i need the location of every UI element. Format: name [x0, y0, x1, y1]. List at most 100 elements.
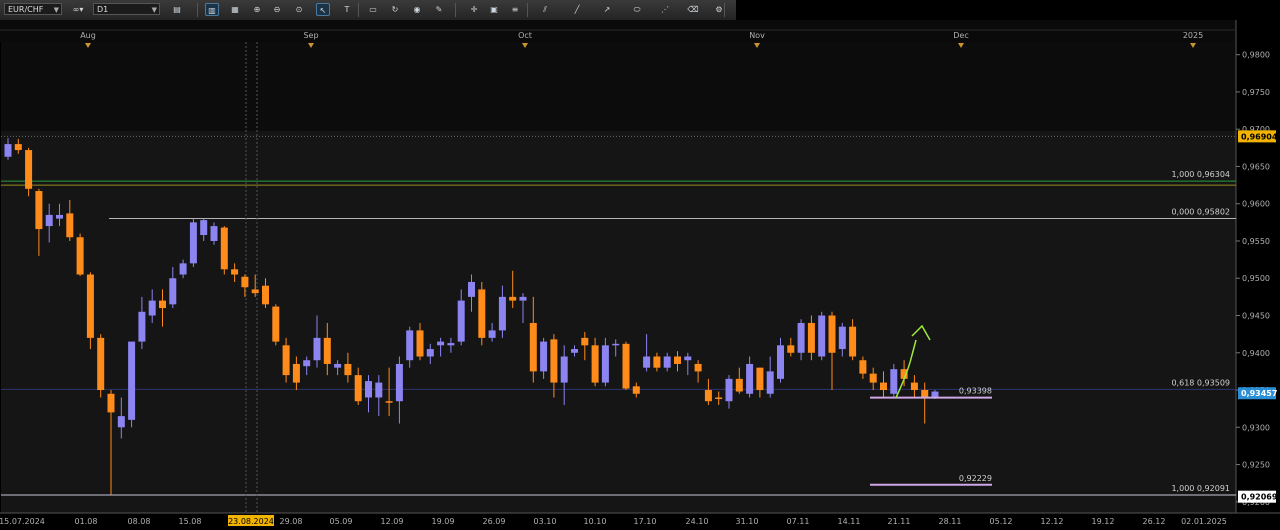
candle-body[interactable] [375, 382, 383, 398]
candle-body[interactable] [715, 397, 723, 399]
candle-body[interactable] [735, 378, 743, 392]
candle-body[interactable] [674, 356, 681, 364]
candle-body[interactable] [643, 356, 651, 368]
candle-body[interactable] [56, 214, 63, 219]
candle-body[interactable] [931, 391, 939, 398]
candle-body[interactable] [859, 360, 867, 374]
candle-body[interactable] [385, 401, 393, 403]
candle-body[interactable] [591, 345, 599, 383]
candle-body[interactable] [869, 373, 877, 383]
candle-body[interactable] [200, 220, 208, 236]
candle-body[interactable] [756, 367, 764, 391]
time-axis-label: 15.08 [179, 517, 202, 526]
candle-body[interactable] [797, 322, 805, 353]
time-axis-label: 07.11 [787, 517, 810, 526]
candle-body[interactable] [704, 390, 712, 402]
candle-body[interactable] [210, 226, 218, 241]
candle-body[interactable] [828, 315, 836, 353]
candle-body[interactable] [231, 269, 239, 275]
candle-body[interactable] [189, 222, 197, 264]
candle-body[interactable] [241, 276, 249, 288]
candle-body[interactable] [35, 191, 43, 230]
candle-body[interactable] [148, 300, 156, 316]
candle-body[interactable] [910, 382, 918, 391]
candle-body[interactable] [550, 339, 558, 383]
candle-body[interactable] [86, 274, 94, 338]
candle-body[interactable] [478, 289, 486, 338]
candle-body[interactable] [529, 322, 537, 372]
candle-body[interactable] [632, 386, 640, 394]
month-label: Oct [518, 31, 532, 40]
candle-body[interactable] [663, 356, 671, 368]
candle-body[interactable] [426, 349, 434, 357]
candle-body[interactable] [303, 360, 311, 367]
candle-body[interactable] [921, 390, 929, 398]
candle-body[interactable] [849, 326, 857, 357]
candle-body[interactable] [14, 144, 22, 151]
candle-body[interactable] [560, 356, 568, 383]
candle-body[interactable] [292, 363, 300, 383]
candle-body[interactable] [612, 343, 620, 346]
candle-body[interactable] [117, 416, 125, 428]
price-chart[interactable]: Aug Sep Oct Nov Dec 20250,98000,97500,97000,9… [0, 0, 1280, 530]
candle-body[interactable] [777, 345, 784, 379]
candle-body[interactable] [323, 337, 331, 364]
candle-body[interactable] [571, 349, 578, 353]
candle-body[interactable] [653, 356, 661, 368]
candle-body[interactable] [406, 330, 414, 361]
candle-body[interactable] [437, 341, 445, 346]
price-tick-label: 0,9500 [1242, 274, 1270, 283]
candle-body[interactable] [581, 337, 589, 346]
candle-body[interactable] [159, 300, 166, 309]
candle-body[interactable] [395, 363, 403, 402]
candle-body[interactable] [282, 345, 290, 376]
candle-body[interactable] [880, 382, 887, 391]
candle-body[interactable] [694, 363, 702, 372]
candle-body[interactable] [468, 281, 475, 297]
candle-body[interactable] [622, 343, 630, 389]
candle-body[interactable] [601, 345, 609, 383]
candle-body[interactable] [447, 343, 455, 346]
candle-body[interactable] [262, 285, 269, 305]
candle-body[interactable] [488, 330, 496, 338]
candle-body[interactable] [220, 227, 228, 270]
candle-body[interactable] [45, 214, 53, 227]
candle-body[interactable] [272, 306, 280, 342]
time-axis-label: 14.11 [838, 517, 861, 526]
time-axis-label: 21.11 [888, 517, 911, 526]
candle-body[interactable] [97, 337, 105, 391]
candle-body[interactable] [354, 375, 362, 402]
candle-body[interactable] [766, 371, 774, 394]
candle-body[interactable] [334, 363, 342, 368]
candle-body[interactable] [66, 213, 74, 238]
candle-body[interactable] [416, 330, 424, 357]
time-axis-label: 10.10 [584, 517, 607, 526]
candle-body[interactable] [128, 341, 136, 420]
candle-body[interactable] [251, 289, 259, 294]
candle-body[interactable] [725, 378, 733, 402]
candle-body[interactable] [107, 393, 115, 413]
candle-body[interactable] [807, 322, 815, 353]
candle-body[interactable] [519, 296, 527, 301]
candle-body[interactable] [540, 341, 548, 372]
candle-body[interactable] [498, 296, 506, 331]
candle-body[interactable] [344, 363, 352, 376]
candle-body[interactable] [4, 144, 12, 157]
candle-body[interactable] [509, 296, 517, 301]
time-axis-label: 26.09 [483, 517, 506, 526]
candle-body[interactable] [365, 381, 372, 398]
candle-body[interactable] [138, 311, 146, 342]
candle-body[interactable] [787, 345, 795, 353]
candle-body[interactable] [25, 150, 33, 189]
candle-body[interactable] [179, 263, 187, 275]
candle-body[interactable] [684, 356, 692, 361]
candle-body[interactable] [838, 326, 846, 350]
candle-body[interactable] [169, 278, 177, 305]
candle-body[interactable] [457, 300, 465, 342]
candle-body[interactable] [746, 363, 754, 394]
candle-body[interactable] [890, 369, 898, 394]
candle-body[interactable] [76, 237, 84, 275]
month-label: Aug [80, 31, 96, 40]
candle-body[interactable] [313, 337, 321, 361]
candle-body[interactable] [818, 315, 826, 357]
